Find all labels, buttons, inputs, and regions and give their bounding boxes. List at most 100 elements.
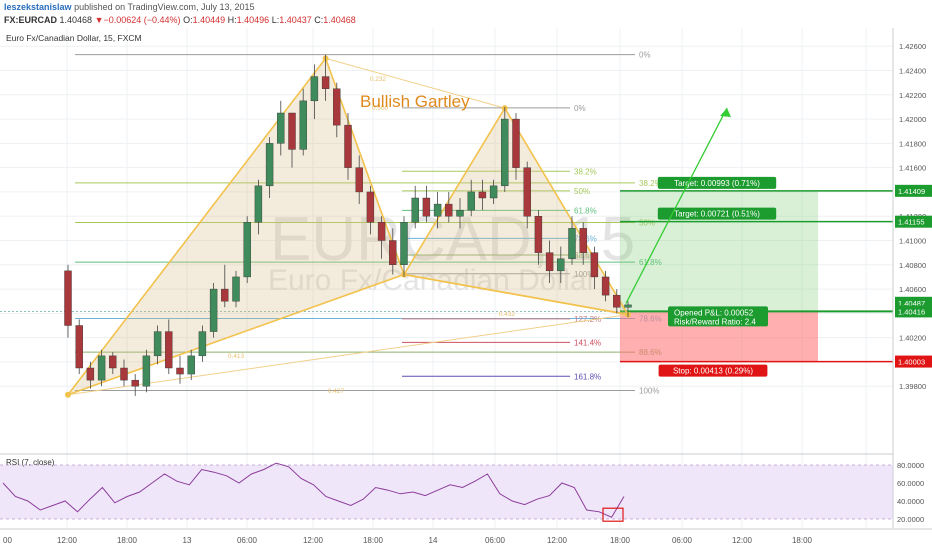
pattern-point-x bbox=[65, 391, 71, 398]
stop-label: Stop: 0.00413 (0.29%) bbox=[673, 367, 753, 376]
rsi-band bbox=[0, 465, 893, 519]
y-tick-label: 1.42000 bbox=[899, 115, 926, 124]
candle-body bbox=[288, 112, 296, 150]
low-value: 1.40437 bbox=[279, 15, 312, 25]
x-tick-label: 14 bbox=[429, 536, 438, 545]
candle-body bbox=[389, 240, 397, 265]
rsi-tick-label: 40.0000 bbox=[897, 497, 924, 506]
fib-bc-label: 38.2% bbox=[574, 167, 597, 176]
x-tick-label: 12:00 bbox=[732, 536, 753, 545]
price-badge: 1.40003 bbox=[898, 358, 925, 367]
pattern-title: Bullish Gartley bbox=[360, 92, 470, 111]
candle-body bbox=[344, 124, 352, 168]
candle-body bbox=[198, 331, 207, 357]
author-link[interactable]: leszekstanislaw bbox=[4, 2, 72, 12]
candle-body bbox=[489, 185, 498, 199]
candle-body bbox=[131, 379, 139, 387]
rsi-tick-label: 80.0000 bbox=[897, 461, 924, 470]
close-label: C: bbox=[314, 15, 324, 25]
pattern-ratio-label: 0.432 bbox=[499, 311, 516, 318]
rr-label: Risk/Reward Ratio: 2.4 bbox=[674, 317, 756, 326]
pattern-ratio-label: 0.232 bbox=[370, 76, 387, 83]
candle-body bbox=[613, 294, 621, 308]
fib-bc-label: 50% bbox=[574, 187, 590, 196]
candle-body bbox=[277, 112, 285, 144]
x-tick-label: 12:00 bbox=[547, 536, 568, 545]
y-tick-label: 1.42200 bbox=[899, 91, 926, 100]
candle-body bbox=[557, 258, 565, 272]
candle-body bbox=[109, 355, 117, 369]
price-change: ▼−0.00624 (−0.44%) bbox=[94, 15, 181, 25]
symbol-label: FX:EURCAD bbox=[4, 15, 57, 25]
candle-body bbox=[176, 367, 184, 375]
x-tick-label: 18:00 bbox=[363, 536, 384, 545]
y-tick-label: 1.40200 bbox=[899, 334, 926, 343]
candle-body bbox=[590, 252, 599, 278]
price-badge: 1.40416 bbox=[898, 307, 925, 316]
candle-body bbox=[232, 276, 240, 302]
candle-body bbox=[355, 167, 363, 193]
high-label: H: bbox=[227, 15, 237, 25]
fib-bc-label: 0% bbox=[574, 104, 586, 113]
price-badge: 1.41409 bbox=[898, 187, 925, 196]
candle-body bbox=[120, 367, 128, 381]
candle-body bbox=[153, 331, 162, 357]
pnl-label: Opened P&L: 0.00052 bbox=[674, 308, 754, 317]
y-tick-label: 1.42400 bbox=[899, 67, 926, 76]
close-value: 1.40468 bbox=[323, 15, 356, 25]
open-value: 1.40449 bbox=[192, 15, 226, 25]
ohlc-line: FX:EURCAD 1.40468 ▼−0.00624 (−0.44%) O:1… bbox=[4, 14, 356, 27]
candle-body bbox=[601, 276, 610, 296]
candle-body bbox=[299, 100, 307, 150]
target2-label: Target: 0.00721 (0.51%) bbox=[674, 210, 760, 219]
candle-body bbox=[165, 331, 173, 369]
high-value: 1.40496 bbox=[236, 15, 270, 25]
y-tick-label: 1.40800 bbox=[899, 261, 926, 270]
candle-body bbox=[433, 203, 442, 217]
candle-body bbox=[501, 118, 509, 187]
fib-bc-label: 61.8% bbox=[574, 206, 597, 215]
candle-body bbox=[333, 88, 341, 126]
fib-bc-label: 141.4% bbox=[574, 338, 601, 347]
candle-body bbox=[545, 252, 554, 272]
price-chart[interactable]: EURCAD, 15Euro Fx/Canadian Dollar 0%38.2… bbox=[0, 28, 932, 550]
x-tick-label: 18:00 bbox=[610, 536, 631, 545]
publish-line: leszekstanislaw published on TradingView… bbox=[4, 1, 255, 14]
candle-body bbox=[377, 222, 386, 241]
candle-body bbox=[243, 222, 251, 278]
candle-body bbox=[310, 76, 319, 102]
candle-body bbox=[75, 325, 83, 369]
rsi-tick-label: 60.0000 bbox=[897, 479, 924, 488]
pattern-ratio-label: 0.427 bbox=[328, 388, 345, 395]
x-tick-label: 06:00 bbox=[485, 536, 506, 545]
x-tick-label: 13 bbox=[183, 536, 192, 545]
candle-body bbox=[142, 355, 151, 387]
candle-body bbox=[400, 222, 408, 265]
candle-body bbox=[456, 209, 464, 217]
rsi-tick-label: 20.0000 bbox=[897, 515, 924, 524]
y-tick-label: 1.40600 bbox=[899, 285, 926, 294]
candle-body bbox=[265, 143, 274, 187]
candle-body bbox=[221, 288, 229, 302]
x-tick-label: 00 bbox=[3, 536, 12, 545]
x-tick-label: 06:00 bbox=[237, 536, 258, 545]
publish-info: published on TradingView.com, July 13, 2… bbox=[74, 2, 255, 12]
candle-body bbox=[321, 76, 330, 89]
chart-title: Euro Fx/Canadian Dollar, 15, FXCM bbox=[6, 33, 142, 43]
candle-body bbox=[624, 304, 632, 308]
candle-body bbox=[445, 203, 453, 217]
candle-body bbox=[534, 216, 543, 253]
candle-body bbox=[568, 228, 576, 259]
fib-bc-label: 161.8% bbox=[574, 372, 601, 381]
price-badge: 1.41155 bbox=[898, 218, 925, 227]
x-tick-label: 06:00 bbox=[672, 536, 693, 545]
candle-body bbox=[254, 185, 263, 223]
candle-body bbox=[187, 355, 195, 375]
candle-body bbox=[579, 228, 587, 253]
candle-body bbox=[467, 191, 475, 211]
candle-body bbox=[523, 167, 531, 217]
candle-body bbox=[64, 270, 72, 326]
candle-body bbox=[366, 191, 375, 223]
candle-body bbox=[422, 197, 431, 217]
fib-xa-label: 100% bbox=[639, 386, 659, 395]
